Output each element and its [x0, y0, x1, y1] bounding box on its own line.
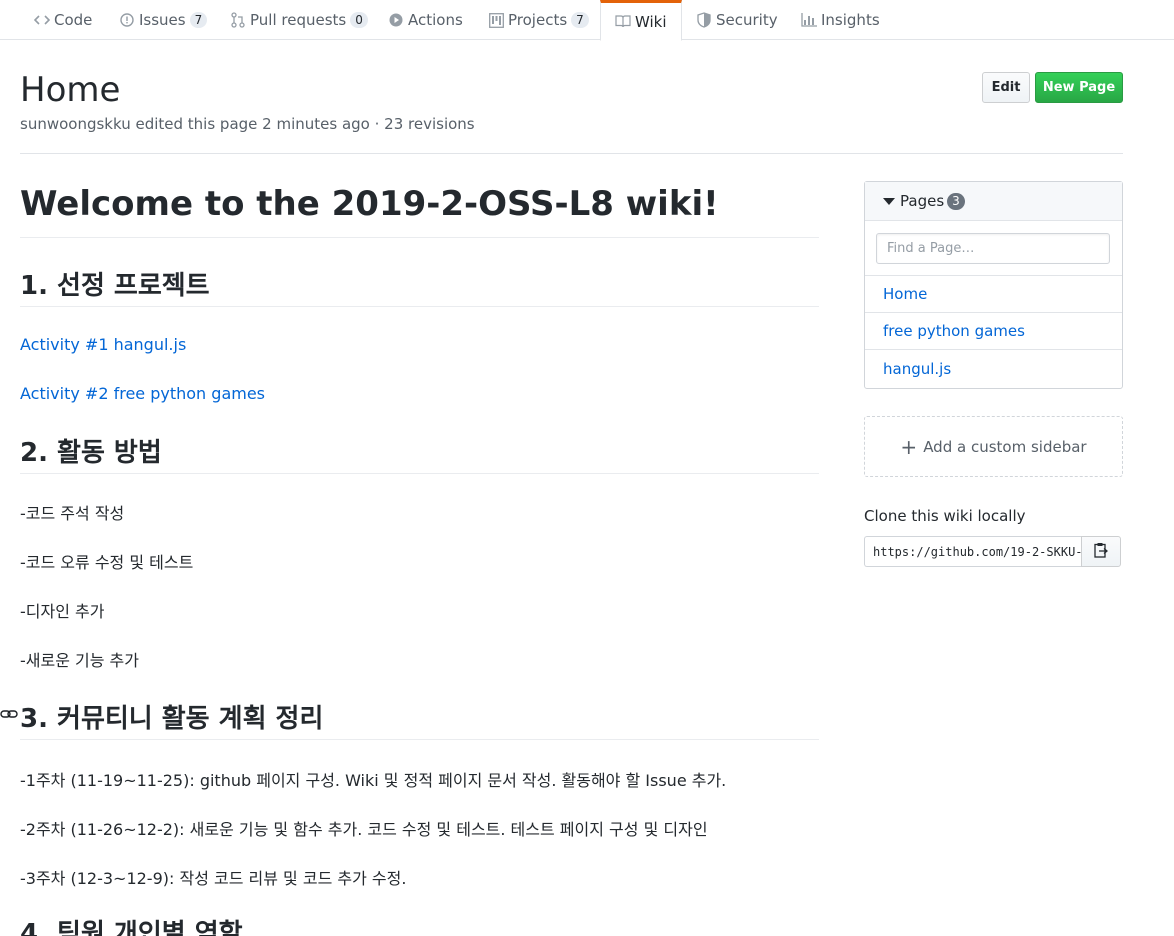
- page-title: Home: [20, 70, 121, 110]
- wiki-heading: Welcome to the 2019-2-OSS-L8 wiki!: [20, 184, 719, 224]
- tab-pull-requests[interactable]: Pull requests 0: [230, 0, 368, 40]
- add-custom-sidebar-label: Add a custom sidebar: [923, 437, 1087, 456]
- code-icon: [34, 12, 50, 28]
- tab-wiki[interactable]: Wiki: [600, 0, 682, 41]
- plan-item: -1주차 (11-19~11-25): github 페이지 구성. Wiki …: [20, 771, 727, 790]
- clone-url-input[interactable]: [864, 536, 1082, 567]
- shield-icon: [696, 12, 712, 28]
- graph-icon: [801, 12, 817, 28]
- page-link-hangul-js[interactable]: hangul.js: [865, 350, 1122, 387]
- tab-code-label: Code: [54, 11, 93, 29]
- section-heading-projects: 1. 선정 프로젝트: [20, 271, 210, 301]
- plus-icon: +: [900, 434, 918, 459]
- method-item: -디자인 추가: [20, 602, 105, 621]
- clone-label: Clone this wiki locally: [864, 507, 1026, 525]
- tab-insights-label: Insights: [821, 11, 880, 29]
- section-heading-methods: 2. 활동 방법: [20, 438, 162, 468]
- tab-projects-label: Projects: [508, 11, 568, 29]
- tab-actions-label: Actions: [408, 11, 463, 29]
- issues-counter: 7: [189, 12, 208, 28]
- page-link-free-python-games[interactable]: free python games: [865, 313, 1122, 350]
- play-icon: [388, 12, 404, 28]
- method-item: -코드 오류 수정 및 테스트: [20, 553, 194, 572]
- projects-counter: 7: [571, 12, 589, 28]
- tab-projects[interactable]: Projects 7: [488, 0, 589, 40]
- find-page-container: [865, 221, 1122, 276]
- pages-count-badge: 3: [947, 192, 965, 210]
- pages-panel: Pages 3 Home free python games hangul.js: [864, 181, 1123, 389]
- heading-divider: [20, 237, 819, 238]
- tab-wiki-label: Wiki: [635, 12, 667, 31]
- clipboard-icon: [1094, 542, 1109, 562]
- section-divider: [20, 306, 819, 307]
- page-link-home[interactable]: Home: [865, 276, 1122, 313]
- add-custom-sidebar-button[interactable]: + Add a custom sidebar: [864, 416, 1123, 477]
- link-anchor-icon[interactable]: [0, 707, 18, 723]
- pull-request-icon: [230, 12, 246, 28]
- caret-down-icon: [883, 197, 895, 205]
- plan-item: -2주차 (11-26~12-2): 새로운 기능 및 함수 추가. 코드 수정…: [20, 820, 708, 839]
- tab-issues[interactable]: Issues 7: [119, 0, 208, 40]
- pull-requests-counter: 0: [350, 12, 368, 28]
- book-icon: [615, 14, 631, 30]
- project-icon: [488, 12, 504, 28]
- tab-pull-requests-label: Pull requests: [250, 11, 347, 29]
- copy-clone-url-button[interactable]: [1081, 536, 1121, 567]
- section-heading-plan: 3. 커뮤티니 활동 계획 정리: [20, 704, 324, 734]
- tab-security[interactable]: Security: [696, 0, 778, 40]
- new-page-button[interactable]: New Page: [1035, 72, 1123, 103]
- find-page-input[interactable]: [876, 233, 1110, 264]
- header-divider: [20, 153, 1123, 154]
- tab-security-label: Security: [716, 11, 778, 29]
- section-divider: [20, 473, 819, 474]
- section-heading-roles: 4. 팀원 개인별 역할: [20, 919, 243, 936]
- tab-issues-label: Issues: [139, 11, 186, 29]
- method-item: -코드 주석 작성: [20, 504, 125, 523]
- pages-label: Pages: [900, 192, 945, 210]
- section-divider: [20, 739, 819, 740]
- tab-actions[interactable]: Actions: [388, 0, 463, 40]
- method-item: -새로운 기능 추가: [20, 651, 139, 670]
- plan-item: -3주차 (12-3~12-9): 작성 코드 리뷰 및 코드 추가 수정.: [20, 869, 407, 888]
- pages-toggle[interactable]: Pages 3: [865, 182, 1122, 221]
- edit-button[interactable]: Edit: [982, 72, 1030, 103]
- activity-link-hangul[interactable]: Activity #1 hangul.js: [20, 335, 186, 354]
- activity-link-python-games[interactable]: Activity #2 free python games: [20, 384, 265, 403]
- tab-code[interactable]: Code: [34, 0, 92, 40]
- repo-tabnav: Code Issues 7 Pull requests 0 Actions Pr…: [0, 0, 1174, 41]
- page-edit-meta: sunwoongskku edited this page 2 minutes …: [20, 115, 475, 133]
- issue-icon: [119, 12, 135, 28]
- tab-insights[interactable]: Insights: [801, 0, 880, 40]
